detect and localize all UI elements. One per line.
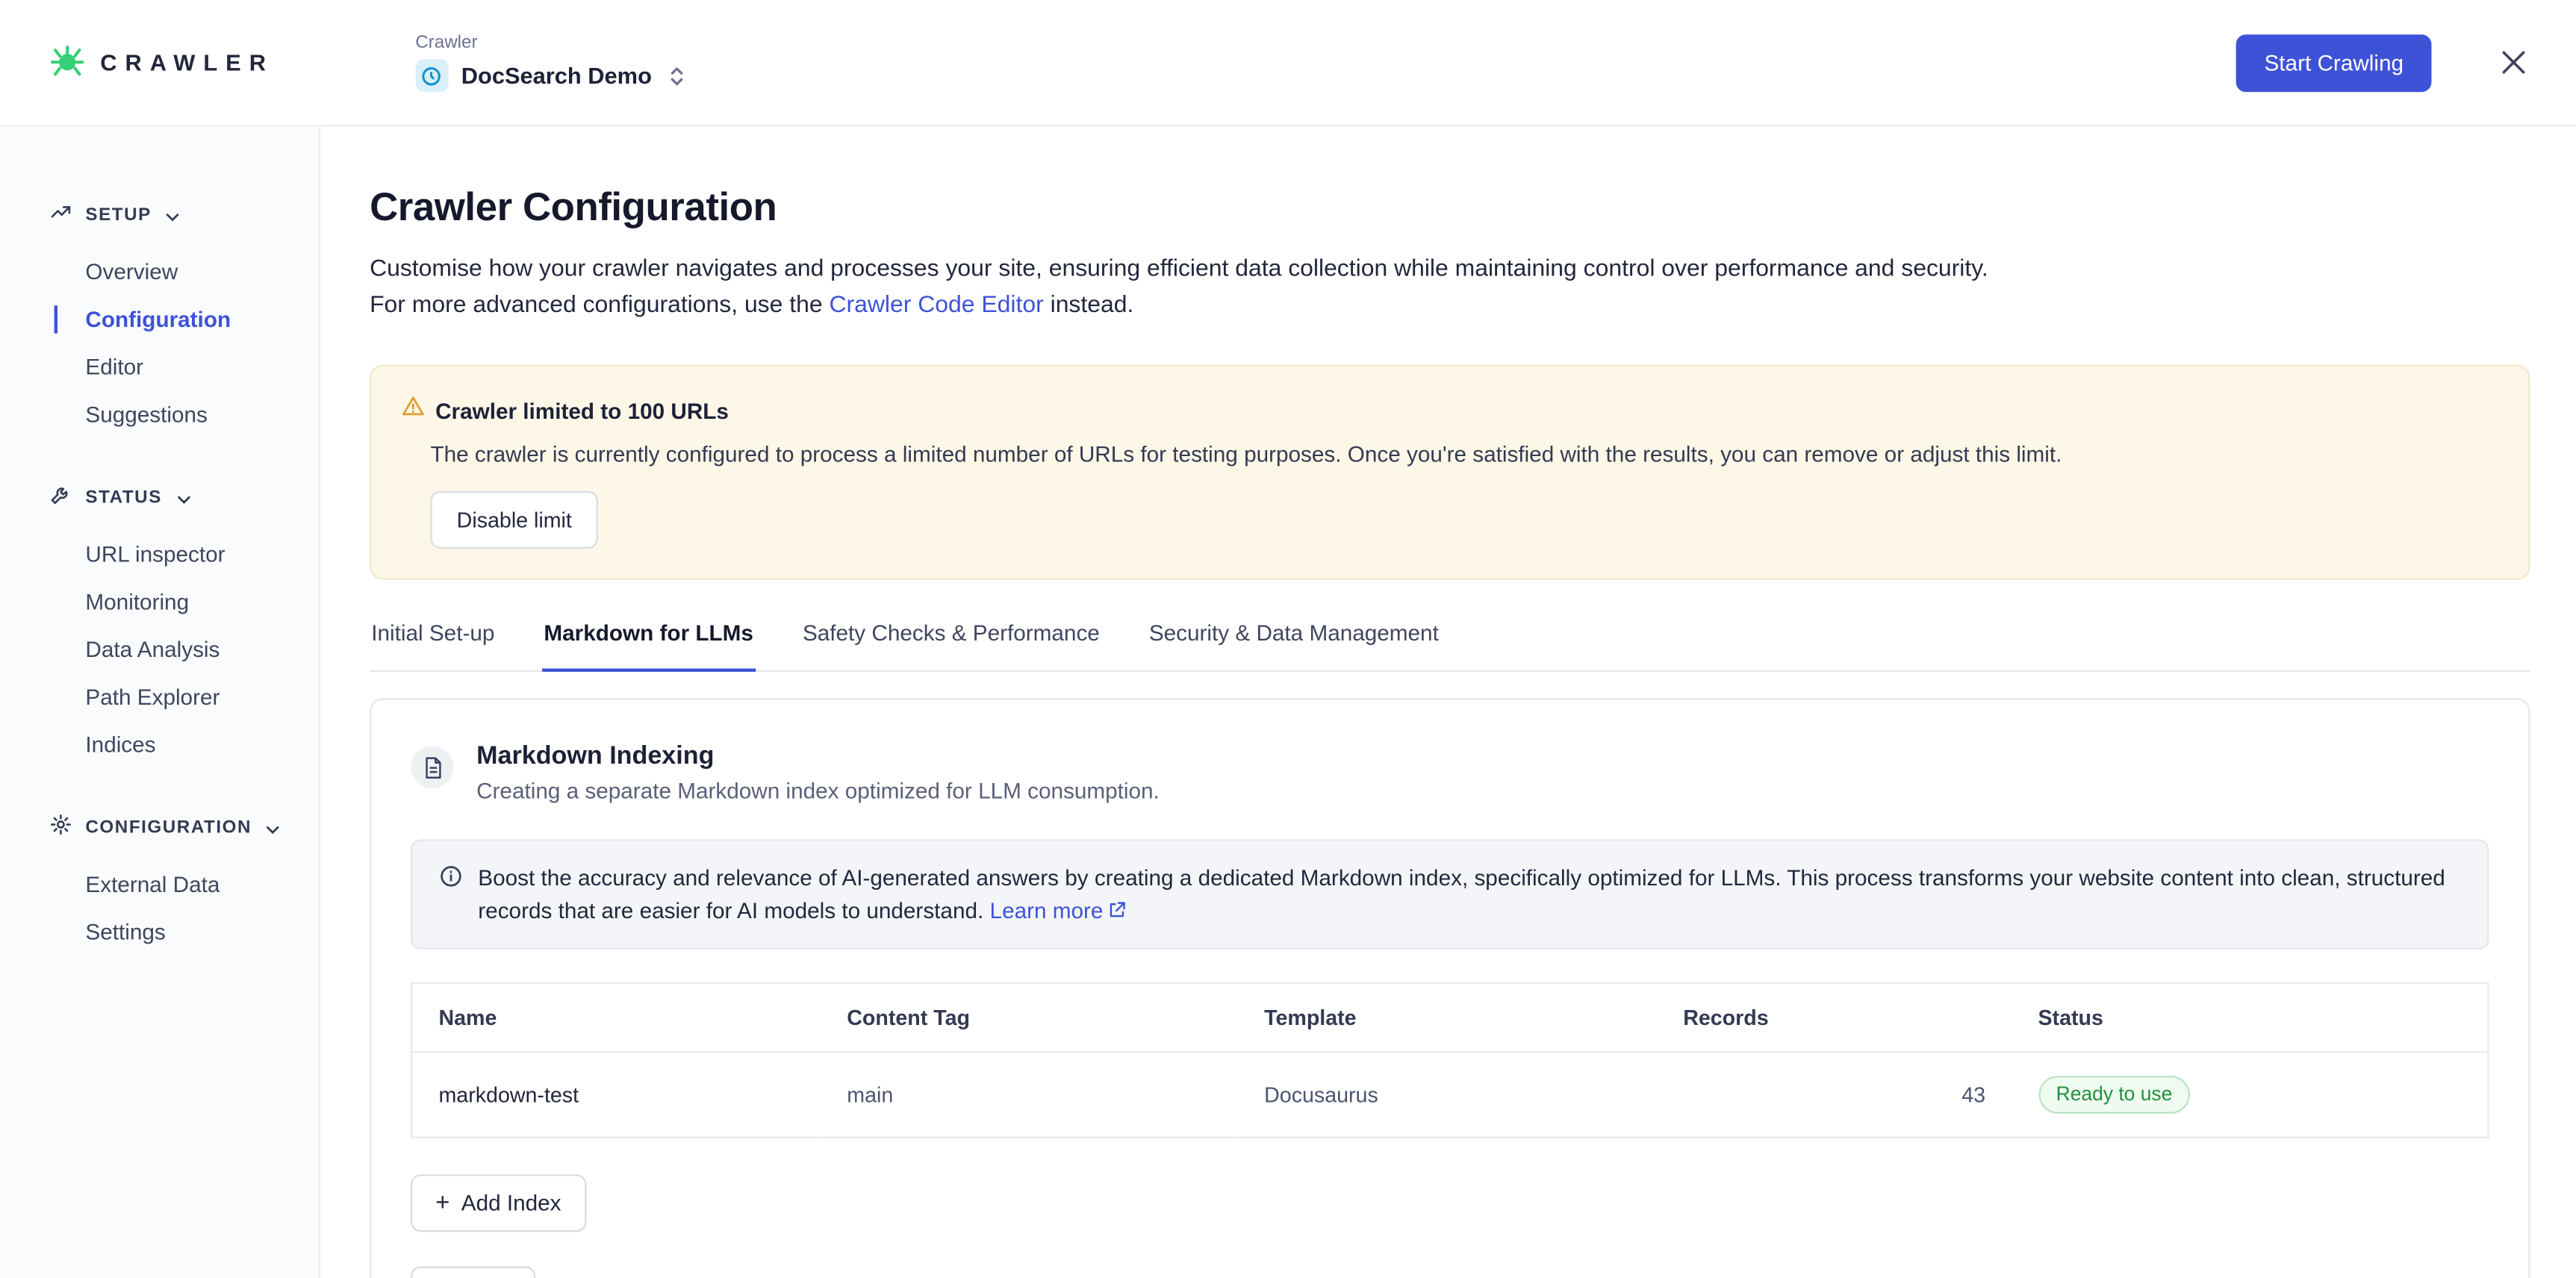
description-line2-pre: For more advanced configurations, use th… — [370, 293, 829, 319]
chevron-down-icon — [175, 490, 192, 507]
docsearch-app-icon — [415, 59, 448, 92]
status-badge: Ready to use — [2038, 1076, 2190, 1114]
sidebar-section-setup-header[interactable]: SETUP — [0, 199, 319, 231]
column-header-records: Records — [1657, 983, 2012, 1052]
add-index-label: Add Index — [461, 1191, 561, 1215]
chevron-down-icon — [265, 820, 281, 837]
page-title: Crawler Configuration — [370, 186, 2530, 232]
topbar: CRAWLER Crawler DocSearch Demo Start Cra… — [0, 0, 2576, 126]
sidebar-section-label: STATUS — [85, 487, 161, 507]
learn-more-label: Learn more — [990, 897, 1104, 922]
crawler-logo[interactable]: CRAWLER — [49, 40, 274, 84]
sidebar-section-configuration: CONFIGURATION External Data Settings — [0, 811, 319, 956]
sidebar-section-label: CONFIGURATION — [85, 818, 252, 838]
sidebar-item-editor[interactable]: Editor — [0, 343, 319, 391]
description-line2-post: instead. — [1044, 293, 1134, 319]
status-icon — [49, 482, 72, 514]
card-header: Markdown Indexing Creating a separate Ma… — [411, 743, 2489, 803]
sidebar-item-overview[interactable]: Overview — [0, 248, 319, 296]
add-index-button[interactable]: + Add Index — [411, 1174, 585, 1232]
card-title: Markdown Indexing — [476, 743, 1160, 773]
start-crawling-button[interactable]: Start Crawling — [2236, 34, 2431, 91]
info-text-block: Boost the accuracy and relevance of AI-g… — [478, 862, 2461, 926]
index-table: Name Content Tag Template Records Status… — [411, 982, 2489, 1138]
cell-records: 43 — [1657, 1052, 2012, 1137]
sidebar-section-status: STATUS URL inspector Monitoring Data Ana… — [0, 481, 319, 769]
info-text: Boost the accuracy and relevance of AI-g… — [478, 866, 2445, 923]
markdown-indexing-card: Markdown Indexing Creating a separate Ma… — [370, 698, 2530, 1278]
crawler-selector-label: Crawler — [415, 33, 685, 52]
sidebar-item-path-explorer[interactable]: Path Explorer — [0, 673, 319, 721]
sidebar-section-configuration-header[interactable]: CONFIGURATION — [0, 811, 319, 844]
table-row[interactable]: markdown-test main Docusaurus 43 Ready t… — [411, 1052, 2488, 1137]
warning-icon — [401, 394, 426, 427]
column-header-name: Name — [411, 983, 821, 1052]
crawler-logo-icon — [49, 40, 85, 84]
sidebar-section-status-header[interactable]: STATUS — [0, 481, 319, 514]
cancel-button[interactable]: Cancel — [411, 1266, 535, 1277]
chevron-down-icon — [164, 208, 181, 224]
sidebar-section-setup: SETUP Overview Configuration Editor Sugg… — [0, 199, 319, 438]
selector-stepper-icon[interactable] — [668, 63, 685, 88]
sidebar-section-label: SETUP — [85, 205, 151, 225]
description-line1: Customise how your crawler navigates and… — [370, 256, 1988, 282]
info-icon — [438, 864, 463, 926]
learn-more-link[interactable]: Learn more — [990, 897, 1128, 922]
cell-template: Docusaurus — [1238, 1052, 1657, 1137]
sidebar-item-monitoring[interactable]: Monitoring — [0, 579, 319, 626]
column-header-status: Status — [2012, 983, 2488, 1052]
info-banner: Boost the accuracy and relevance of AI-g… — [411, 839, 2489, 949]
disable-limit-button[interactable]: Disable limit — [430, 491, 598, 549]
page-description: Customise how your crawler navigates and… — [370, 252, 2530, 324]
document-icon — [411, 746, 453, 788]
external-link-icon — [1108, 900, 1127, 919]
column-header-template: Template — [1238, 983, 1657, 1052]
sidebar-item-data-analysis[interactable]: Data Analysis — [0, 626, 319, 673]
setup-icon — [49, 199, 72, 231]
main-content: Crawler Configuration Customise how your… — [320, 126, 2576, 1277]
tab-bar: Initial Set-up Markdown for LLMs Safety … — [370, 621, 2530, 672]
crawler-selector[interactable]: Crawler DocSearch Demo — [415, 33, 685, 92]
crawler-logo-text: CRAWLER — [100, 49, 274, 75]
cell-name: markdown-test — [411, 1052, 821, 1137]
tab-markdown-for-llms[interactable]: Markdown for LLMs — [542, 621, 755, 670]
configuration-icon — [49, 812, 72, 844]
sidebar-item-indices[interactable]: Indices — [0, 721, 319, 769]
crawler-name: DocSearch Demo — [461, 63, 652, 89]
plus-icon: + — [435, 1194, 449, 1213]
close-icon[interactable] — [2501, 49, 2527, 75]
limit-warning-banner: Crawler limited to 100 URLs The crawler … — [370, 364, 2530, 579]
sidebar-item-suggestions[interactable]: Suggestions — [0, 391, 319, 439]
cell-content-tag: main — [821, 1052, 1238, 1137]
sidebar-item-url-inspector[interactable]: URL inspector — [0, 531, 319, 579]
warning-body: The crawler is currently configured to p… — [430, 438, 2497, 470]
tab-safety-checks-performance[interactable]: Safety Checks & Performance — [801, 621, 1101, 670]
crawler-code-editor-link[interactable]: Crawler Code Editor — [829, 293, 1043, 319]
column-header-content-tag: Content Tag — [821, 983, 1238, 1052]
sidebar-item-configuration[interactable]: Configuration — [0, 296, 319, 343]
tab-initial-set-up[interactable]: Initial Set-up — [370, 621, 497, 670]
table-header-row: Name Content Tag Template Records Status — [411, 983, 2488, 1052]
app: CRAWLER Crawler DocSearch Demo Start Cra… — [0, 0, 2576, 1278]
sidebar-item-settings[interactable]: Settings — [0, 908, 319, 956]
sidebar: SETUP Overview Configuration Editor Sugg… — [0, 126, 320, 1277]
warning-title: Crawler limited to 100 URLs — [435, 399, 729, 423]
sidebar-item-external-data[interactable]: External Data — [0, 861, 319, 908]
tab-security-data-management[interactable]: Security & Data Management — [1148, 621, 1440, 670]
card-subtitle: Creating a separate Markdown index optim… — [476, 779, 1160, 803]
cell-status: Ready to use — [2012, 1052, 2488, 1137]
